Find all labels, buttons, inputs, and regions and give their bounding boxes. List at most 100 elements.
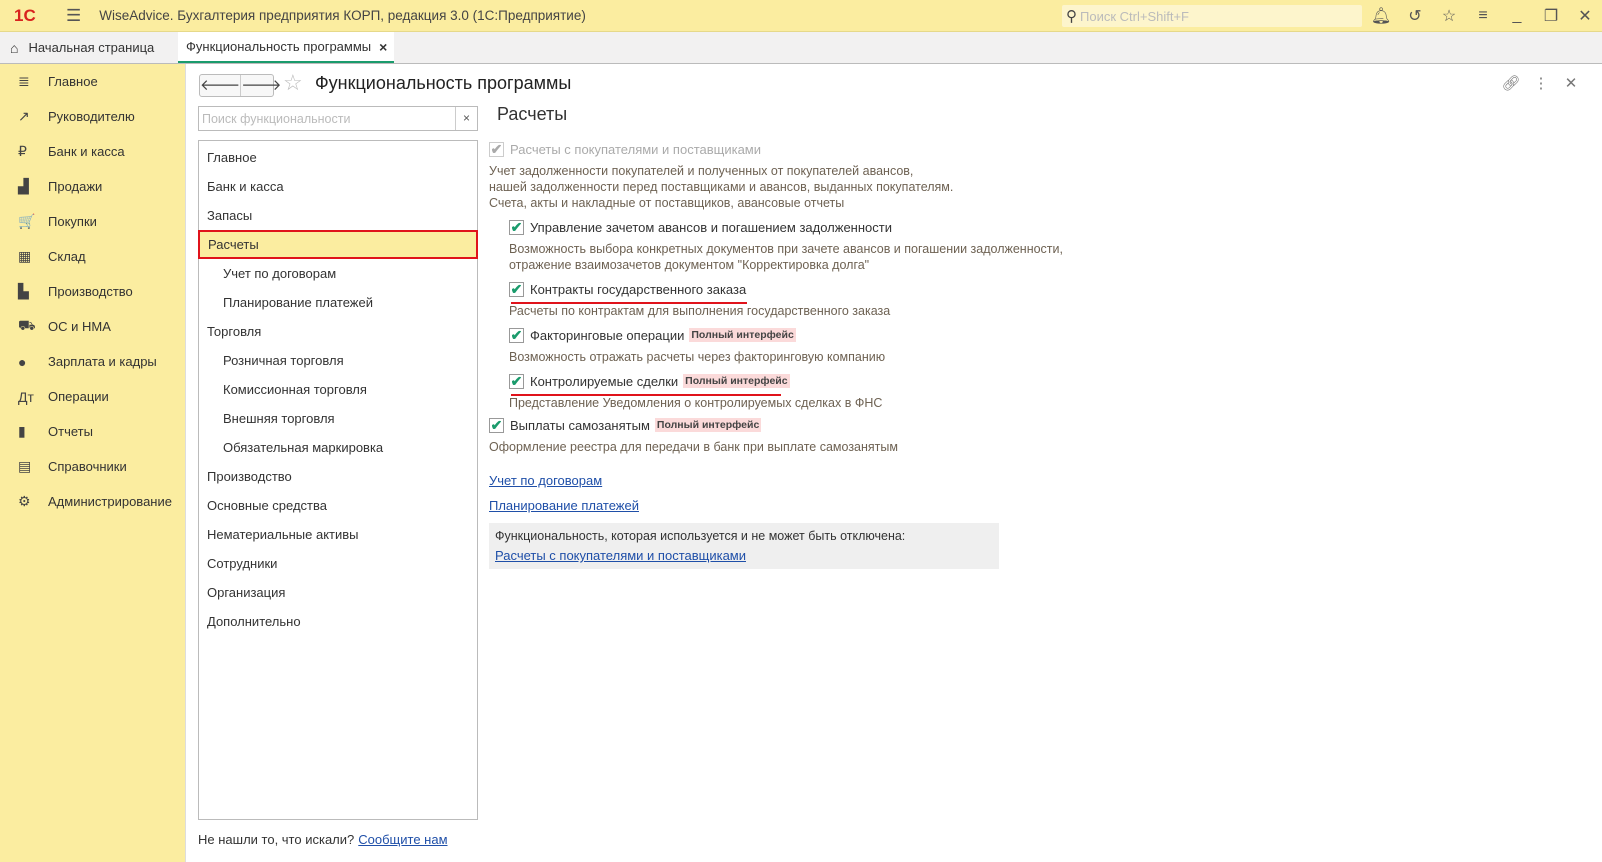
- option-checkbox[interactable]: ✔ Выплаты самозанятым Полный интерфейс: [489, 415, 1063, 435]
- link-icon[interactable]: 🔗︎: [1496, 74, 1526, 92]
- functionality-search-input[interactable]: [199, 107, 455, 130]
- section-list-item[interactable]: Расчеты: [198, 230, 478, 259]
- functionality-search: ×: [198, 106, 478, 131]
- section-list-item[interactable]: Производство: [199, 462, 477, 491]
- option-label: Контракты государственного заказа: [530, 281, 747, 297]
- option-description: Представление Уведомления о контролируем…: [509, 395, 1063, 411]
- section-list-item[interactable]: Организация: [199, 578, 477, 607]
- sidebar-item[interactable]: ↗ Руководителю: [0, 99, 185, 134]
- option-checkbox[interactable]: ✔ Факторинговые операции Полный интерфейс: [509, 325, 1063, 345]
- sidebar-item-label: Зарплата и кадры: [48, 354, 157, 369]
- more-icon[interactable]: ⋮: [1526, 74, 1556, 92]
- tab-home[interactable]: ⌂ Начальная страница: [10, 32, 154, 63]
- option-label: Контролируемые сделки: [530, 373, 679, 389]
- contracts-link[interactable]: Учет по договорам: [489, 473, 602, 488]
- sidebar-item[interactable]: 🛒 Покупки: [0, 204, 185, 239]
- back-button[interactable]: 🡐: [200, 75, 242, 96]
- bell-icon[interactable]: 🔔︎: [1364, 6, 1398, 26]
- option-checkbox[interactable]: ✔ Контролируемые сделки Полный интерфейс: [509, 371, 1063, 396]
- clear-search-button[interactable]: ×: [455, 107, 477, 130]
- info-link[interactable]: Расчеты с покупателями и поставщиками: [495, 548, 746, 563]
- form-close-icon[interactable]: ✕: [1556, 74, 1586, 92]
- page-title: Функциональность программы: [315, 73, 572, 93]
- sidebar-item-label: Банк и касса: [48, 144, 125, 159]
- description-line: Представление Уведомления о контролируем…: [509, 396, 883, 410]
- home-icon: ⌂: [10, 39, 19, 56]
- option-checkbox[interactable]: ✔ Контракты государственного заказа: [509, 279, 1063, 304]
- tab-bar: ⌂ Начальная страница Функциональность про…: [0, 32, 1602, 64]
- option-label: Выплаты самозанятым: [510, 417, 650, 433]
- contact-us-link[interactable]: Сообщите нам: [358, 832, 447, 847]
- section-list-item[interactable]: Торговля: [199, 317, 477, 346]
- sidebar-item[interactable]: ▟ Продажи: [0, 169, 185, 204]
- sidebar-item-label: Руководителю: [48, 109, 135, 124]
- sidebar-item[interactable]: ▮ Отчеты: [0, 414, 185, 449]
- sidebar-item[interactable]: ₽ Банк и касса: [0, 134, 185, 169]
- sidebar-item-icon: ⛟: [18, 317, 36, 333]
- history-icon[interactable]: ↺: [1398, 6, 1432, 26]
- nav-buttons: 🡐 🡒: [199, 74, 281, 97]
- sidebar-item[interactable]: ▦ Склад: [0, 239, 185, 274]
- checkbox-check-icon[interactable]: ✔: [509, 373, 524, 389]
- section-list-item[interactable]: Банк и касса: [199, 172, 477, 201]
- section-list-item[interactable]: Внешняя торговля: [199, 404, 477, 433]
- close-icon[interactable]: ✕: [1568, 6, 1602, 26]
- tab-close-icon[interactable]: ×: [379, 39, 387, 55]
- section-panel: Расчеты ✔ Расчеты с покупателями и постав…: [489, 104, 1063, 569]
- sidebar-item[interactable]: ● Зарплата и кадры: [0, 344, 185, 379]
- checkbox-check-icon[interactable]: ✔: [509, 281, 524, 297]
- sidebar-item-label: Отчеты: [48, 424, 93, 439]
- section-list-item[interactable]: Главное: [199, 143, 477, 172]
- description-line: отражение взаимозачетов документом "Корр…: [509, 258, 870, 272]
- section-list-item[interactable]: Запасы: [199, 201, 477, 230]
- menu-icon[interactable]: ☰: [66, 6, 81, 26]
- sidebar-item-icon: ▟: [18, 178, 29, 194]
- checkbox-check-icon[interactable]: ✔: [489, 417, 504, 433]
- sidebar-item[interactable]: ⛟ ОС и НМА: [0, 309, 185, 344]
- option-description: Оформление реестра для передачи в банк п…: [489, 440, 898, 454]
- sidebar-item[interactable]: Дт Операции: [0, 379, 185, 414]
- sidebar-item-icon: ▤: [18, 458, 32, 474]
- sidebar-item-label: Склад: [48, 249, 86, 264]
- highlight-underline: [511, 302, 747, 304]
- sidebar-item-label: Администрирование: [48, 494, 172, 509]
- description-line: Счета, акты и накладные от поставщиков, …: [489, 196, 845, 210]
- global-search[interactable]: ⚲ Поиск Ctrl+Shift+F: [1062, 5, 1362, 27]
- section-list-item[interactable]: Дополнительно: [199, 607, 477, 636]
- description-line: Учет задолженности покупателей и получен…: [489, 164, 914, 178]
- checkbox-check-icon[interactable]: ✔: [509, 219, 524, 235]
- tab-label: Начальная страница: [28, 40, 155, 55]
- 1c-logo: 1С: [14, 5, 36, 25]
- section-list-item[interactable]: Обязательная маркировка: [199, 433, 477, 462]
- restore-icon[interactable]: ❐: [1534, 6, 1568, 26]
- sidebar-item-label: Покупки: [48, 214, 97, 229]
- sidebar: ≣ Главное ↗ Руководителю ₽ Банк и касса ▟ Прода…: [0, 64, 186, 862]
- sidebar-item-icon: ▙: [18, 283, 29, 299]
- option-checkbox[interactable]: ✔ Управление зачетом авансов и погашением…: [509, 217, 1063, 237]
- settings-menu-icon[interactable]: ≡: [1466, 7, 1500, 25]
- option-description: Расчеты по контрактам для выполнения гос…: [509, 303, 1063, 319]
- sidebar-item-label: Главное: [48, 74, 98, 89]
- option-description: Учет задолженности покупателей и получен…: [489, 163, 1063, 211]
- sidebar-item[interactable]: ⚙ Администрирование: [0, 484, 185, 519]
- tab-functionality[interactable]: Функциональность программы ×: [178, 32, 394, 63]
- section-list-item[interactable]: Сотрудники: [199, 549, 477, 578]
- sidebar-item[interactable]: ▤ Справочники: [0, 449, 185, 484]
- section-list-item[interactable]: Комиссионная торговля: [199, 375, 477, 404]
- favorite-star-icon[interactable]: ☆: [283, 70, 303, 96]
- checkbox-check-icon[interactable]: ✔: [509, 327, 524, 343]
- section-list-item[interactable]: Основные средства: [199, 491, 477, 520]
- section-list-item[interactable]: Планирование платежей: [199, 288, 477, 317]
- payment-planning-link[interactable]: Планирование платежей: [489, 498, 639, 513]
- section-list-item[interactable]: Учет по договорам: [199, 259, 477, 288]
- forward-button[interactable]: 🡒: [241, 75, 281, 96]
- form: 🡐🡒 ☆ Функциональность программы 🔗︎⋮✕ × Г…: [187, 64, 1602, 862]
- star-icon[interactable]: ☆: [1432, 6, 1466, 26]
- section-list-item[interactable]: Розничная торговля: [199, 346, 477, 375]
- sidebar-item[interactable]: ≣ Главное: [0, 64, 185, 99]
- sidebar-item[interactable]: ▙ Производство: [0, 274, 185, 309]
- section-list-item[interactable]: Нематериальные активы: [199, 520, 477, 549]
- sidebar-item-label: Справочники: [48, 459, 127, 474]
- minimize-icon[interactable]: _: [1500, 7, 1534, 25]
- sidebar-item-icon: 🛒: [18, 213, 36, 229]
